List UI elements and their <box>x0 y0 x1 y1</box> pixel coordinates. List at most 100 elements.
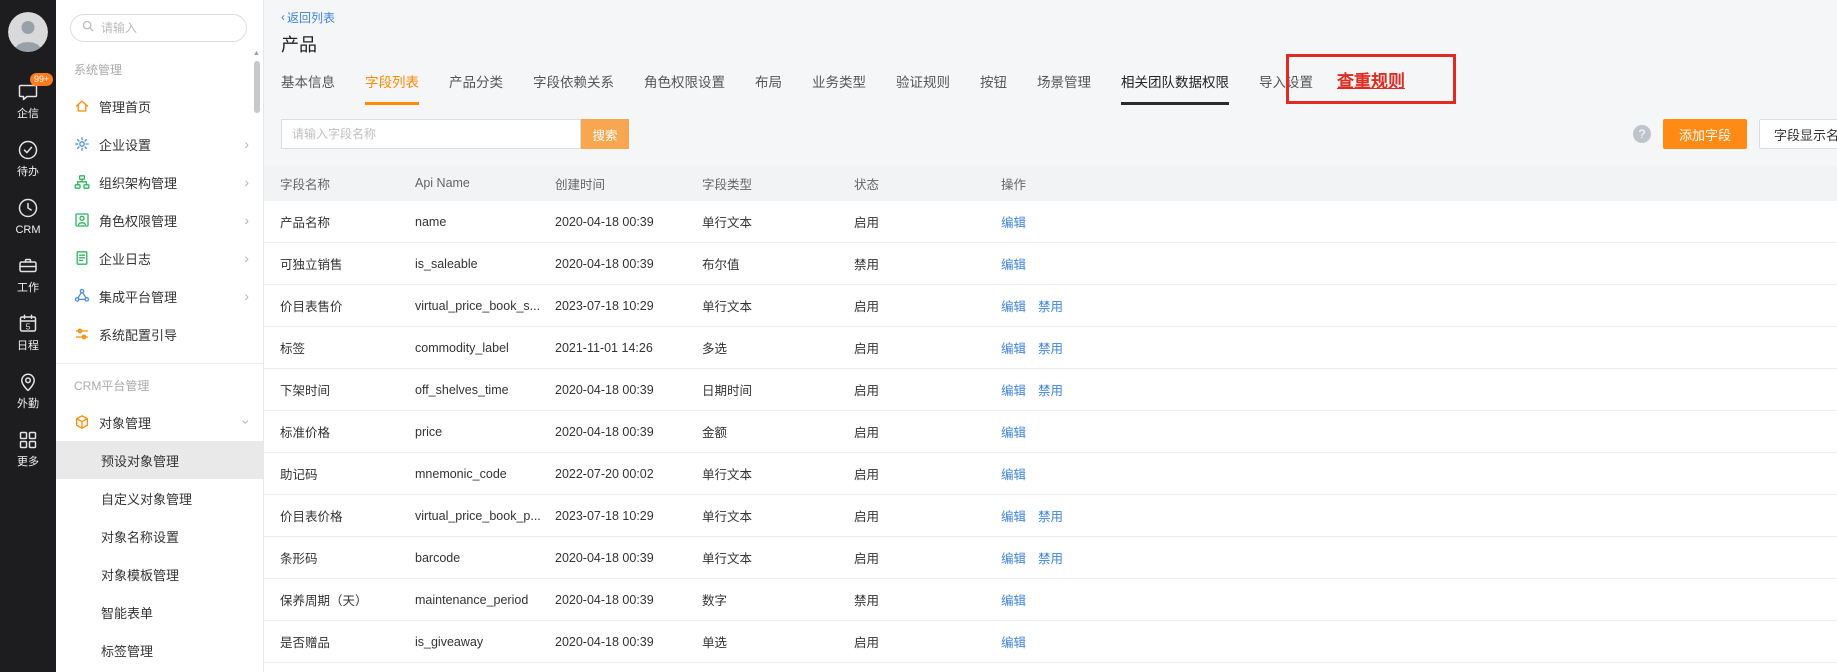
cell-field-type: 单行文本 <box>702 216 753 230</box>
edit-link[interactable]: 编辑 <box>1001 506 1026 525</box>
back-to-list-link[interactable]: ‹ 返回列表 <box>281 9 335 26</box>
edit-link[interactable]: 编辑 <box>1001 254 1026 273</box>
cell-actions: 编辑 禁用 <box>1001 548 1837 567</box>
rail-item[interactable]: 待办 <box>15 138 40 179</box>
edit-link[interactable]: 编辑 <box>1001 548 1026 567</box>
scroll-up-arrow-icon[interactable]: ▲ <box>251 50 262 58</box>
rail-item[interactable]: 外勤 <box>15 370 40 411</box>
help-icon[interactable]: ? <box>1632 125 1651 143</box>
sidebar-search-input[interactable] <box>101 21 236 35</box>
search-icon <box>81 19 95 38</box>
disable-link[interactable]: 禁用 <box>1038 548 1063 567</box>
sidebar-item-label: 对象模板管理 <box>101 567 180 583</box>
table-header-cell: 状态 <box>854 177 880 192</box>
cell-created-time: 2020-04-18 00:39 <box>555 256 654 271</box>
rail-item-label: 日程 <box>17 340 39 352</box>
sidebar-item[interactable]: 角色权限管理 › <box>56 201 263 239</box>
cell-api-name: off_shelves_time <box>415 382 509 397</box>
role-icon <box>74 212 90 228</box>
edit-link[interactable]: 编辑 <box>1001 632 1026 651</box>
sidebar-item[interactable]: 对象模板管理 <box>56 555 263 593</box>
tab[interactable]: 按钮 <box>980 71 1007 105</box>
sidebar-item[interactable]: 系统配置引导 <box>56 315 263 353</box>
cell-api-name: name <box>415 214 447 229</box>
sidebar-item[interactable]: 集成平台管理 › <box>56 277 263 315</box>
chevron-right-icon: › <box>244 174 249 190</box>
table-row: 条形码 barcode 2020-04-18 00:39 单行文本 启用 编辑 … <box>264 537 1837 579</box>
field-display-name-button[interactable]: 字段显示名称 <box>1758 119 1837 149</box>
sidebar-item[interactable]: 对象名称设置 <box>56 517 263 555</box>
disable-link[interactable]: 禁用 <box>1038 296 1063 315</box>
cell-field-type: 单行文本 <box>702 300 753 314</box>
org-chart-icon <box>74 174 90 190</box>
sidebar-item-label: 企业设置 <box>99 137 152 153</box>
edit-link[interactable]: 编辑 <box>1001 212 1026 231</box>
tab[interactable]: 业务类型 <box>812 71 866 105</box>
table-row: 标准价格 price 2020-04-18 00:39 金额 启用 编辑 <box>264 411 1837 453</box>
cell-actions: 编辑 <box>1001 212 1837 231</box>
table-header-cell: 操作 <box>1001 177 1027 192</box>
back-arrow-icon: ‹ <box>281 10 285 24</box>
tab[interactable]: 字段列表 <box>365 71 419 105</box>
sidebar-item[interactable]: 自定义对象管理 <box>56 479 263 517</box>
sidebar-search <box>56 0 263 50</box>
table-row: 下架时间 off_shelves_time 2020-04-18 00:39 日… <box>264 369 1837 411</box>
user-avatar[interactable] <box>8 12 48 52</box>
rail-item[interactable]: 5 日程 <box>15 312 40 353</box>
work-icon <box>16 254 40 278</box>
edit-link[interactable]: 编辑 <box>1001 464 1026 483</box>
edit-link[interactable]: 编辑 <box>1001 296 1026 315</box>
edit-link[interactable]: 编辑 <box>1001 380 1026 399</box>
tab[interactable]: 导入设置 <box>1259 71 1313 105</box>
cell-api-name: is_saleable <box>415 256 478 271</box>
rail-item[interactable]: 工作 <box>15 254 40 295</box>
cell-actions: 编辑 禁用 <box>1001 338 1837 357</box>
cell-field-name: 价目表价格 <box>280 510 343 524</box>
sidebar-item[interactable]: 组织架构管理 › <box>56 163 263 201</box>
disable-link[interactable]: 禁用 <box>1038 380 1063 399</box>
disable-link[interactable]: 禁用 <box>1038 338 1063 357</box>
sidebar-item[interactable]: 企业日志 › <box>56 239 263 277</box>
rail-item[interactable]: 99+ 企信 <box>15 73 54 121</box>
field-search-input[interactable] <box>281 119 581 149</box>
disable-link[interactable]: 禁用 <box>1038 506 1063 525</box>
tab[interactable]: 相关团队数据权限 <box>1121 71 1229 105</box>
cell-api-name: mnemonic_code <box>415 466 507 481</box>
page-header: ‹ 返回列表 产品 <box>264 0 1837 57</box>
cell-created-time: 2020-04-18 00:39 <box>555 550 654 565</box>
edit-link[interactable]: 编辑 <box>1001 338 1026 357</box>
sidebar-item-label: 标签管理 <box>101 643 154 659</box>
table-row: 保养周期（天） maintenance_period 2020-04-18 00… <box>264 579 1837 621</box>
cell-field-name: 是否赠品 <box>280 636 331 650</box>
cell-field-name: 价目表售价 <box>280 300 343 314</box>
tab[interactable]: 基本信息 <box>281 71 335 105</box>
sidebar-scrollbar[interactable]: ▲ <box>251 50 262 113</box>
rail-item[interactable]: CRM <box>15 196 41 237</box>
cell-actions: 编辑 <box>1001 464 1837 483</box>
cell-field-type: 单行文本 <box>702 510 753 524</box>
sidebar-item[interactable]: 企业设置 › <box>56 125 263 163</box>
tab[interactable]: 角色权限设置 <box>644 71 725 105</box>
tab[interactable]: 验证规则 <box>896 71 950 105</box>
scrollbar-thumb[interactable] <box>253 61 260 113</box>
sidebar-item-label: 企业日志 <box>99 251 152 267</box>
sidebar-item[interactable]: 预设对象管理 <box>56 441 263 479</box>
sidebar-item-label: 管理首页 <box>99 99 152 115</box>
log-icon <box>74 250 90 266</box>
sidebar-item[interactable]: 对象管理 › <box>56 403 263 441</box>
tab[interactable]: 产品分类 <box>449 71 503 105</box>
rail-item[interactable]: 更多 <box>15 428 40 469</box>
edit-link[interactable]: 编辑 <box>1001 422 1026 441</box>
tab[interactable]: 场景管理 <box>1037 71 1091 105</box>
tab[interactable]: 布局 <box>755 71 782 105</box>
edit-link[interactable]: 编辑 <box>1001 590 1026 609</box>
cell-status: 启用 <box>854 216 880 230</box>
sidebar-item[interactable]: 管理首页 <box>56 87 263 125</box>
add-field-button[interactable]: 添加字段 <box>1662 119 1747 149</box>
search-button[interactable]: 搜索 <box>581 119 629 149</box>
sidebar-item[interactable]: 标签管理 <box>56 631 263 669</box>
page-title: 产品 <box>281 35 317 55</box>
sidebar-item[interactable]: 智能表单 <box>56 593 263 631</box>
tab[interactable]: 字段依赖关系 <box>533 71 614 105</box>
table-header-cell: 字段名称 <box>280 177 331 192</box>
